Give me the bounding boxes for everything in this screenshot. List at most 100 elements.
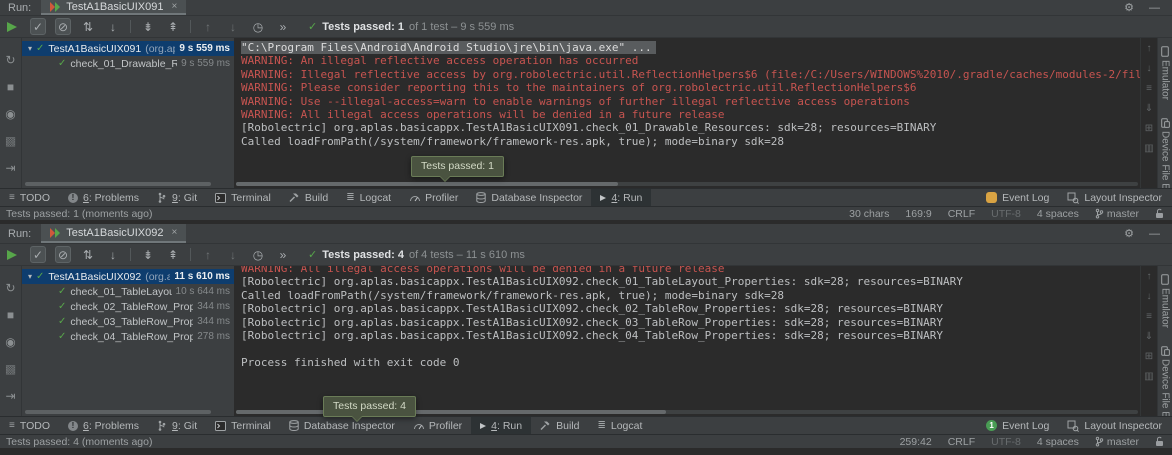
indent-setting[interactable]: 4 spaces [1037,436,1079,448]
collapse-all-icon[interactable]: ⇞ [165,19,181,35]
tool-window-profiler[interactable]: Profiler [400,189,467,206]
expand-all-icon[interactable]: ⇟ [140,19,156,35]
tool-window-logcat[interactable]: ≣ Logcat [588,417,651,434]
sort-by-duration-icon[interactable]: ↓ [105,19,121,35]
scroll-down-icon[interactable]: ↓ [1147,64,1152,74]
collapse-all-icon[interactable]: ⇞ [165,247,181,263]
tool-window-todo[interactable]: ≡ TODO [0,417,59,434]
screenshot-icon[interactable]: ◉ [5,336,15,348]
chevron-down-icon[interactable]: ▾ [28,272,32,281]
tool-window-git[interactable]: 9: Git [148,189,206,206]
print-icon[interactable]: ⊞ [1145,124,1153,134]
tool-window-terminal[interactable]: Terminal [206,417,280,434]
status-message[interactable]: Tests passed: 1 (moments ago) [6,208,152,220]
tool-window-run[interactable]: 4: Run [471,417,531,434]
tool-window-profiler[interactable]: Profiler [404,417,471,434]
git-branch-widget[interactable]: master [1095,436,1139,448]
tool-window-problems[interactable]: ! 6: Problems [59,417,148,434]
event-log-button[interactable]: Event Log [986,192,1049,204]
test-tree-row[interactable]: ✓ check_01_TableLayout_Properties 10 s 6… [22,284,234,299]
screenshot-icon[interactable]: ◉ [5,108,15,120]
hide-window-icon[interactable]: — [1149,2,1160,14]
tool-window-database-inspector[interactable]: Database Inspector [467,189,591,206]
indent-setting[interactable]: 4 spaces [1037,208,1079,220]
show-passed-toggle[interactable]: ✓ [30,18,46,35]
line-ending[interactable]: CRLF [948,436,975,448]
test-history-icon[interactable]: ◷ [250,247,266,263]
caret-position[interactable]: 259:42 [900,436,932,448]
test-tree-root-row[interactable]: ▾ ✓ TestA1BasicUIX091 (org.aplas.basicap… [22,41,234,56]
tool-window-terminal[interactable]: Terminal [206,189,280,206]
event-log-button[interactable]: 1 Event Log [986,420,1049,432]
tool-window-build[interactable]: Build [531,417,588,434]
tool-window-problems[interactable]: ! 6: Problems [59,189,148,206]
show-ignored-toggle[interactable]: ⊘ [55,18,71,35]
file-encoding[interactable]: UTF-8 [991,208,1021,220]
hide-window-icon[interactable]: — [1149,228,1160,240]
rerun-icon[interactable]: ↻ [5,54,15,66]
chevron-down-icon[interactable]: ▾ [28,44,32,53]
stop-icon[interactable]: ■ [7,309,14,321]
console-output[interactable]: WARNING: All illegal access operations w… [234,266,1140,416]
previous-failed-test-icon[interactable]: ↑ [200,247,216,263]
gear-icon[interactable]: ⚙ [1124,1,1134,14]
lock-icon[interactable] [1155,208,1164,219]
caret-position[interactable]: 169:9 [905,208,931,220]
tool-window-database-inspector[interactable]: Database Inspector [280,417,404,434]
rerun-tests-button[interactable] [7,22,17,32]
test-tree-row[interactable]: ✓ check_01_Drawable_Resources 9 s 559 ms [22,56,234,71]
run-config-tab[interactable]: TestA1BasicUIX091 × [41,0,186,15]
layout-inspector-button[interactable]: Layout Inspector [1067,192,1162,204]
test-tree[interactable]: ▾ ✓ TestA1BasicUIX091 (org.aplas.basicap… [22,38,234,188]
clear-console-icon[interactable]: ▥ [1144,144,1153,154]
horizontal-scrollbar-thumb[interactable] [25,410,211,414]
horizontal-scrollbar-thumb[interactable] [236,182,618,186]
test-tree-row[interactable]: ✓ check_04_TableRow_Properties 278 ms [22,329,234,344]
sort-by-duration-icon[interactable]: ↓ [105,247,121,263]
tool-window-run[interactable]: 4: Run [591,189,651,206]
test-tree-root-row[interactable]: ▾ ✓ TestA1BasicUIX092 (org.aplas.basicap… [22,269,234,284]
sort-alphabetically-icon[interactable]: ⇅ [80,19,96,35]
clear-console-icon[interactable]: ▥ [1144,372,1153,382]
soft-wrap-icon[interactable]: ≡ [1146,84,1152,94]
exit-icon[interactable]: ⇥ [5,162,15,174]
scroll-up-icon[interactable]: ↑ [1147,44,1152,54]
horizontal-scrollbar-thumb[interactable] [25,182,211,186]
more-actions-icon[interactable]: » [275,247,291,263]
print-icon[interactable]: ⊞ [1145,352,1153,362]
scroll-to-end-icon[interactable]: ⇓ [1145,104,1153,114]
test-tree[interactable]: ▾ ✓ TestA1BasicUIX092 (org.aplas.basicap… [22,266,234,416]
stop-icon[interactable]: ■ [7,81,14,93]
next-failed-test-icon[interactable]: ↓ [225,19,241,35]
console-output[interactable]: "C:\Program Files\Android\Android Studio… [234,38,1140,188]
horizontal-scrollbar-track[interactable] [236,182,1138,186]
soft-wrap-icon[interactable]: ≡ [1146,312,1152,322]
test-tree-row[interactable]: ✓ check_02_TableRow_Properties 344 ms [22,299,234,314]
scroll-to-end-icon[interactable]: ⇓ [1145,332,1153,342]
line-ending[interactable]: CRLF [948,208,975,220]
test-tree-row[interactable]: ✓ check_03_TableRow_Properties 344 ms [22,314,234,329]
run-config-tab[interactable]: TestA1BasicUIX092 × [41,224,186,243]
test-history-icon[interactable]: ◷ [250,19,266,35]
stripe-button-emulator[interactable]: Emulator [1160,46,1171,100]
pin-icon[interactable]: ▩ [5,135,16,147]
pin-icon[interactable]: ▩ [5,363,16,375]
lock-icon[interactable] [1155,436,1164,447]
file-encoding[interactable]: UTF-8 [991,436,1021,448]
status-message[interactable]: Tests passed: 4 (moments ago) [6,436,152,448]
stripe-button-emulator[interactable]: Emulator [1160,274,1171,328]
tool-window-build[interactable]: Build [280,189,337,206]
show-passed-toggle[interactable]: ✓ [30,246,46,263]
rerun-icon[interactable]: ↻ [5,282,15,294]
tool-window-logcat[interactable]: ≣ Logcat [337,189,400,206]
next-failed-test-icon[interactable]: ↓ [225,247,241,263]
rerun-tests-button[interactable] [7,250,17,260]
git-branch-widget[interactable]: master [1095,208,1139,220]
show-ignored-toggle[interactable]: ⊘ [55,246,71,263]
tool-window-todo[interactable]: ≡ TODO [0,189,59,206]
close-icon[interactable]: × [171,227,177,238]
sort-alphabetically-icon[interactable]: ⇅ [80,247,96,263]
scroll-up-icon[interactable]: ↑ [1147,272,1152,282]
previous-failed-test-icon[interactable]: ↑ [200,19,216,35]
tool-window-git[interactable]: 9: Git [148,417,206,434]
